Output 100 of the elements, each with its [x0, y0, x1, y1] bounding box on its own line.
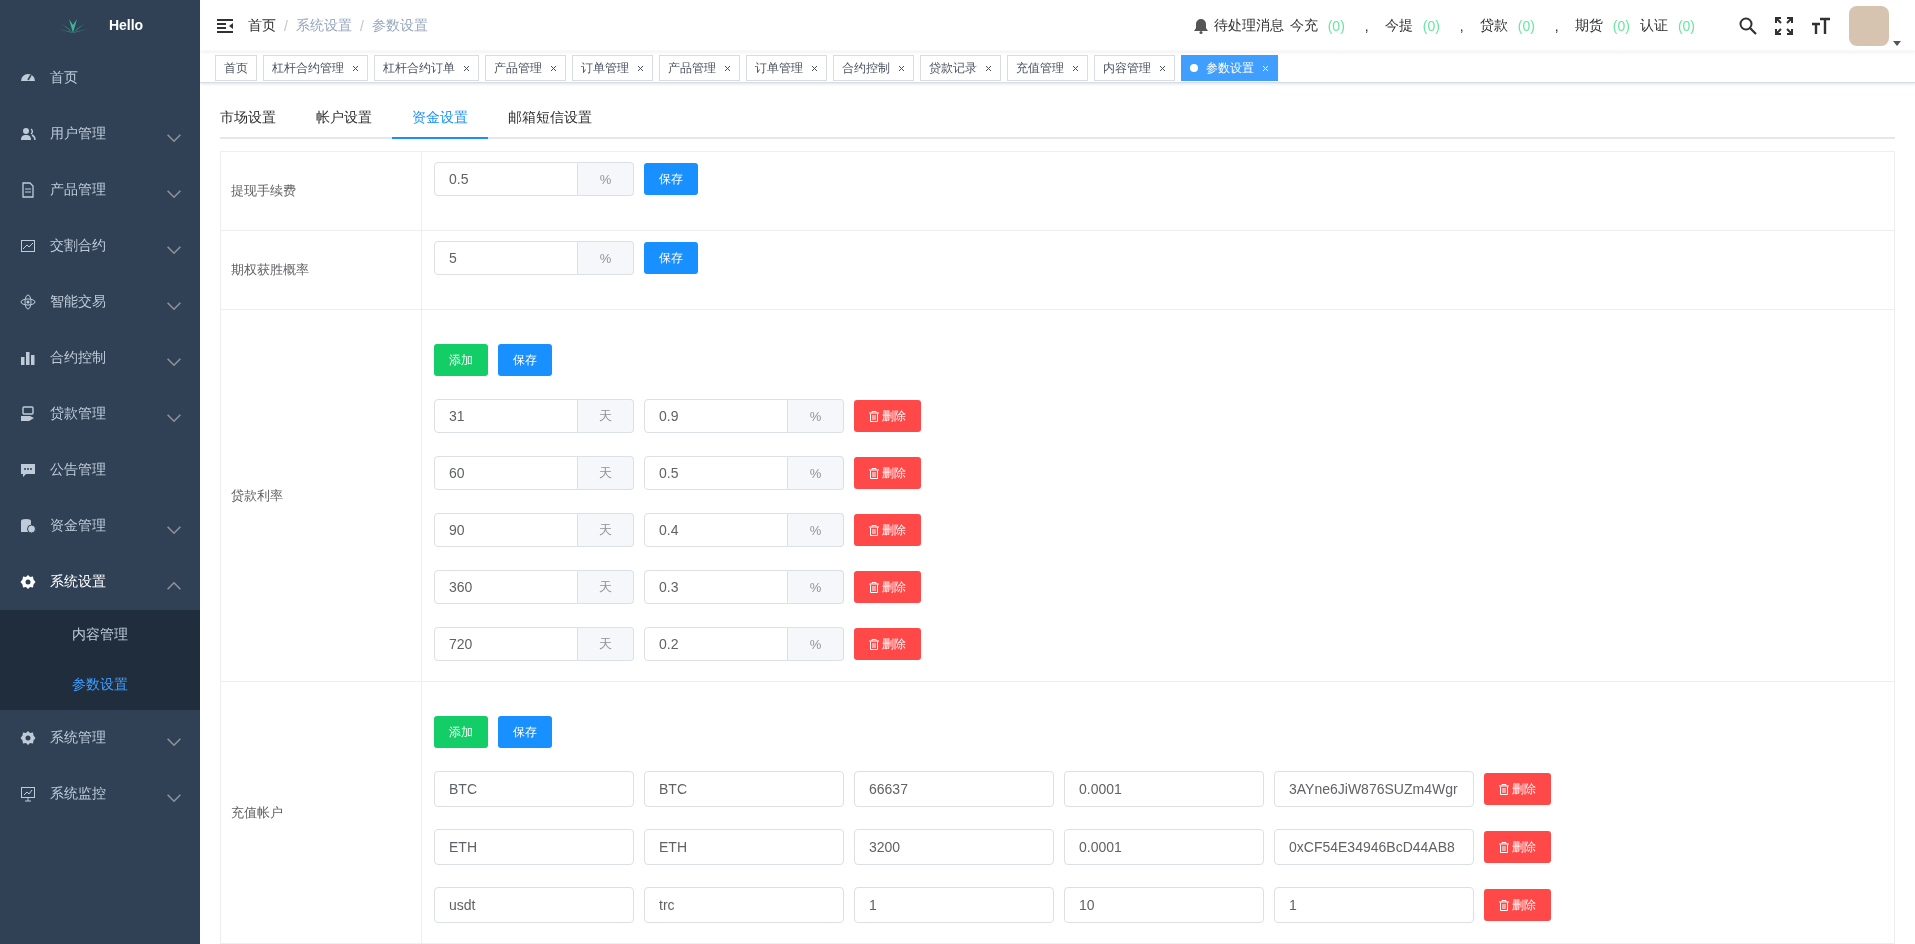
delete-button[interactable]: 删除	[1484, 831, 1551, 863]
input-field[interactable]: ETH	[644, 829, 844, 865]
logo-text: Hello	[108, 17, 144, 33]
sidebar-item[interactable]: 系统管理	[0, 710, 200, 766]
input-field[interactable]: 60	[434, 456, 578, 490]
page-tab[interactable]: 杠杆合约管理	[263, 55, 368, 82]
input-field[interactable]: ETH	[434, 829, 634, 865]
input-field[interactable]: 0.2	[644, 627, 788, 661]
input-field[interactable]: trc	[644, 887, 844, 923]
menu-fold-icon[interactable]	[216, 17, 234, 34]
breadcrumb-item[interactable]: 首页	[248, 16, 276, 35]
page-tab[interactable]: 产品管理	[659, 55, 740, 82]
input-field[interactable]: 0.3	[644, 570, 788, 604]
sidebar-item[interactable]: 用户管理	[0, 106, 200, 162]
input-field[interactable]: 5	[434, 241, 578, 275]
unit-label: 天	[578, 570, 634, 604]
trash-icon	[1499, 841, 1509, 853]
sidebar-item[interactable]: 合约控制	[0, 330, 200, 386]
delete-button[interactable]: 删除	[854, 400, 921, 432]
document-icon	[20, 182, 36, 198]
text-size-icon[interactable]	[1811, 16, 1831, 35]
close-icon[interactable]	[1159, 64, 1166, 72]
close-icon[interactable]	[898, 64, 905, 72]
sidebar-item[interactable]: 智能交易	[0, 274, 200, 330]
input-field[interactable]: 0.9	[644, 399, 788, 433]
sidebar-item[interactable]: 系统监控	[0, 766, 200, 822]
delete-button[interactable]: 删除	[854, 514, 921, 546]
unit-label: %	[788, 627, 844, 661]
submenu-item[interactable]: 参数设置	[0, 660, 200, 710]
close-icon[interactable]	[985, 64, 992, 72]
page-tab[interactable]: 杠杆合约订单	[374, 55, 479, 82]
trash-icon	[869, 467, 879, 479]
close-icon[interactable]	[352, 64, 359, 72]
settings-tab[interactable]: 帐户设置	[296, 97, 392, 139]
hand-card-icon	[20, 406, 36, 422]
close-icon[interactable]	[637, 64, 644, 72]
page-tab[interactable]: 产品管理	[485, 55, 566, 82]
counter-label: 今提	[1384, 16, 1413, 35]
trash-icon	[869, 581, 879, 593]
input-field[interactable]: 0.5	[434, 162, 578, 196]
sidebar-item[interactable]: 系统设置	[0, 554, 200, 610]
settings-icon	[20, 574, 36, 590]
input-field[interactable]: 0.5	[644, 456, 788, 490]
close-icon[interactable]	[463, 64, 470, 72]
delete-button[interactable]: 删除	[1484, 773, 1551, 805]
trash-icon	[869, 410, 879, 422]
input-field[interactable]: 1	[854, 887, 1054, 923]
close-icon[interactable]	[550, 64, 557, 72]
close-icon[interactable]	[1072, 64, 1079, 72]
input-field[interactable]: BTC	[644, 771, 844, 807]
fullscreen-icon[interactable]	[1775, 16, 1793, 35]
input-field[interactable]: 720	[434, 627, 578, 661]
sidebar-item[interactable]: 公告管理	[0, 442, 200, 498]
chart-icon	[20, 238, 36, 254]
delete-button[interactable]: 删除	[854, 457, 921, 489]
sidebar-item[interactable]: 首页	[0, 50, 200, 106]
setting-label: 提现手续费	[220, 151, 422, 231]
input-field[interactable]: 10	[1064, 887, 1264, 923]
delete-button[interactable]: 删除	[854, 628, 921, 660]
breadcrumb-separator: /	[284, 17, 288, 34]
sidebar-item[interactable]: 产品管理	[0, 162, 200, 218]
sidebar-item[interactable]: 资金管理	[0, 498, 200, 554]
page-tab[interactable]: 订单管理	[572, 55, 653, 82]
caret-icon[interactable]	[1893, 40, 1901, 46]
page-tab[interactable]: 订单管理	[746, 55, 827, 82]
close-icon[interactable]	[724, 64, 731, 72]
input-field[interactable]: 66637	[854, 771, 1054, 807]
input-field[interactable]: 90	[434, 513, 578, 547]
search-icon[interactable]	[1739, 16, 1757, 35]
input-field[interactable]: 0.0001	[1064, 829, 1264, 865]
settings-tab[interactable]: 邮箱短信设置	[488, 97, 612, 139]
input-field[interactable]: 3200	[854, 829, 1054, 865]
input-field[interactable]: 0xCF54E34946BcD44AB8	[1274, 829, 1474, 865]
settings-tab[interactable]: 市场设置	[220, 97, 296, 139]
input-field[interactable]: usdt	[434, 887, 634, 923]
unit-label: 天	[578, 399, 634, 433]
chat-icon	[20, 462, 36, 478]
sidebar-item[interactable]: 交割合约	[0, 218, 200, 274]
sidebar-item[interactable]: 贷款管理	[0, 386, 200, 442]
trash-icon	[1499, 899, 1509, 911]
page-tab[interactable]: 合约控制	[833, 55, 914, 82]
input-field[interactable]: 0.4	[644, 513, 788, 547]
input-field[interactable]: 360	[434, 570, 578, 604]
settings-tab[interactable]: 资金设置	[392, 97, 488, 139]
input-field[interactable]: 0.0001	[1064, 771, 1264, 807]
input-field[interactable]: BTC	[434, 771, 634, 807]
input-field[interactable]: 31	[434, 399, 578, 433]
unit-label: %	[788, 570, 844, 604]
submenu-item[interactable]: 内容管理	[0, 610, 200, 660]
unit-label: %	[578, 241, 634, 275]
input-field[interactable]: 3AYne6JiW876SUZm4Wgr	[1274, 771, 1474, 807]
page-tab[interactable]: 内容管理	[1094, 55, 1175, 82]
counter-label: 期货	[1574, 16, 1603, 35]
input-field[interactable]: 1	[1274, 887, 1474, 923]
page-tab[interactable]: 充值管理	[1007, 55, 1088, 82]
page-tab[interactable]: 首页	[215, 55, 257, 82]
delete-button[interactable]: 删除	[1484, 889, 1551, 921]
close-icon[interactable]	[811, 64, 818, 72]
page-tab[interactable]: 贷款记录	[920, 55, 1001, 82]
delete-button[interactable]: 删除	[854, 571, 921, 603]
